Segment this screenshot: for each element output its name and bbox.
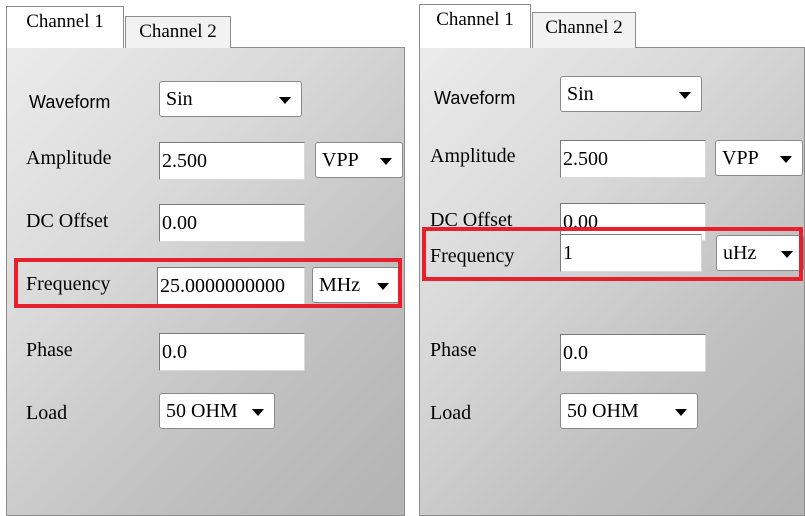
frequency-unit-value: uHz: [723, 242, 757, 264]
amplitude-label: Amplitude: [26, 147, 112, 169]
chevron-down-icon: [780, 156, 792, 163]
channel-settings-panel-right: Channel 1 Channel 2 Waveform Sin Amplitu…: [419, 0, 805, 516]
phase-label: Phase: [26, 339, 73, 361]
tab-channel-2[interactable]: Channel 2: [125, 16, 231, 48]
amplitude-input[interactable]: 2.500: [159, 142, 305, 180]
amplitude-label: Amplitude: [430, 145, 516, 167]
chevron-down-icon: [377, 283, 389, 290]
phase-input[interactable]: 0.0: [159, 333, 305, 371]
frequency-label: Frequency: [430, 245, 515, 267]
tab-bar: Channel 1 Channel 2: [419, 0, 805, 48]
dc-offset-input[interactable]: 0.00: [159, 204, 305, 242]
chevron-down-icon: [279, 97, 291, 104]
dc-offset-label: DC Offset: [430, 209, 513, 231]
load-label: Load: [26, 402, 68, 424]
amplitude-unit-value: VPP: [722, 147, 759, 169]
waveform-value: Sin: [567, 83, 594, 105]
frequency-unit-select[interactable]: MHz: [312, 267, 400, 303]
amplitude-input[interactable]: 2.500: [560, 140, 706, 178]
phase-input[interactable]: 0.0: [560, 334, 706, 372]
waveform-select[interactable]: Sin: [159, 81, 302, 117]
frequency-unit-select[interactable]: uHz: [716, 235, 804, 271]
settings-area: Waveform Sin Amplitude 2.500 VPP DC Offs…: [419, 48, 805, 516]
frequency-input[interactable]: 1: [560, 234, 702, 272]
frequency-unit-value: MHz: [319, 274, 361, 296]
waveform-label: Waveform: [434, 88, 516, 108]
chevron-down-icon: [781, 251, 793, 258]
amplitude-unit-value: VPP: [322, 149, 359, 171]
load-label: Load: [430, 402, 472, 424]
settings-area: Waveform Sin Amplitude 2.500 VPP DC Offs…: [6, 48, 405, 516]
tab-bar: Channel 1 Channel 2: [0, 0, 405, 48]
amplitude-unit-select[interactable]: VPP: [315, 142, 403, 178]
chevron-down-icon: [675, 409, 687, 416]
load-select[interactable]: 50 OHM: [560, 393, 698, 429]
tab-channel-1[interactable]: Channel 1: [419, 4, 531, 48]
frequency-label: Frequency: [26, 273, 111, 295]
waveform-value: Sin: [166, 88, 193, 110]
chevron-down-icon: [252, 409, 264, 416]
phase-label: Phase: [430, 339, 477, 361]
tab-channel-1[interactable]: Channel 1: [6, 6, 124, 48]
dc-offset-label: DC Offset: [26, 210, 109, 232]
amplitude-unit-select[interactable]: VPP: [715, 140, 803, 176]
load-value: 50 OHM: [567, 400, 639, 422]
channel-settings-panel-left: Channel 1 Channel 2 Waveform Sin Amplitu…: [0, 0, 405, 516]
waveform-select[interactable]: Sin: [560, 76, 702, 112]
frequency-input[interactable]: 25.0000000000: [157, 267, 305, 305]
load-select[interactable]: 50 OHM: [159, 393, 275, 429]
tab-channel-2[interactable]: Channel 2: [532, 12, 636, 48]
load-value: 50 OHM: [166, 400, 238, 422]
chevron-down-icon: [679, 92, 691, 99]
chevron-down-icon: [380, 158, 392, 165]
waveform-label: Waveform: [29, 92, 111, 112]
